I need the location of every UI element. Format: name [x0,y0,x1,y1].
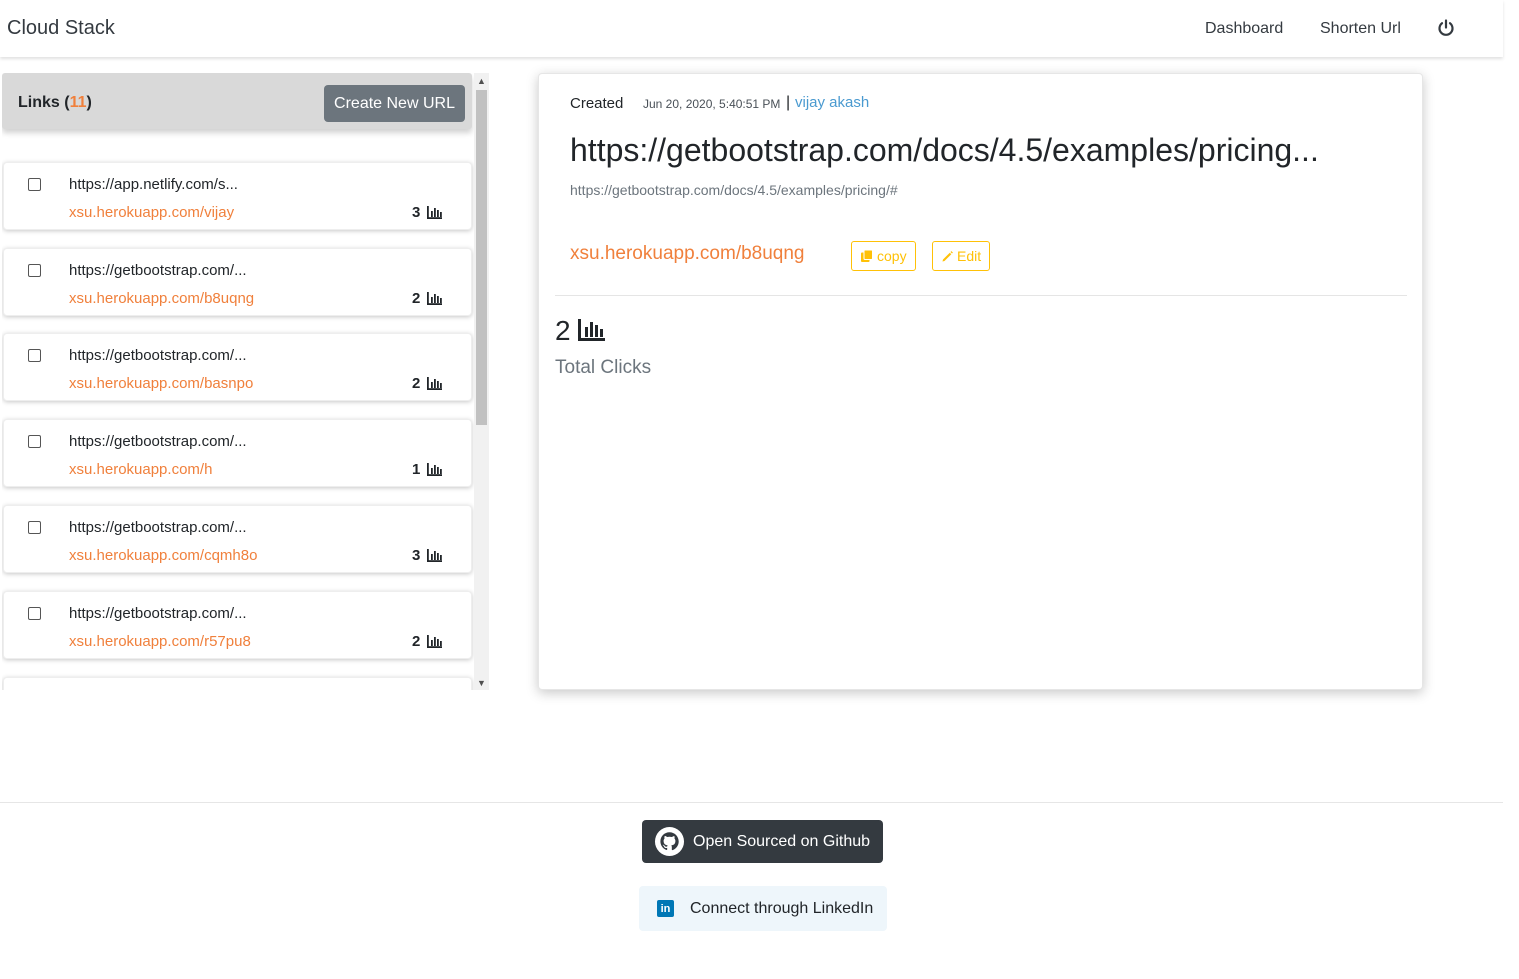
nav-shorten-url[interactable]: Shorten Url [1320,20,1401,38]
links-title: Links (11) [18,94,92,112]
link-card[interactable]: https://app.netlify.com/s... xsu.herokua… [3,162,472,230]
detail-divider [555,295,1407,296]
link-card[interactable]: https://getbootstrap.com/... xsu.herokua… [3,419,472,487]
create-new-url-button[interactable]: Create New URL [324,85,465,122]
scroll-up-icon[interactable]: ▲ [474,73,489,88]
links-sidebar: Links (11) Create New URL https://app.ne… [2,73,489,690]
scroll-thumb[interactable] [476,90,487,425]
link-long-url: https://getbootstrap.com/... [69,262,247,279]
bar-chart-icon [427,292,442,305]
detail-short-url[interactable]: xsu.herokuapp.com/b8uqng [570,243,805,265]
linkedin-button[interactable]: in Connect through LinkedIn [639,886,887,931]
link-click-count: 2 [412,290,421,307]
linkedin-label: Connect through LinkedIn [690,899,874,917]
pencil-icon [942,250,953,261]
link-checkbox[interactable] [28,349,41,362]
links-count-close: ) [86,94,92,111]
bar-chart-icon [427,463,442,476]
link-long-url: https://getbootstrap.com/... [69,519,247,536]
links-count: 11 [69,94,87,111]
bar-chart-icon [427,206,442,219]
link-short-url[interactable]: xsu.herokuapp.com/basnpo [69,375,253,392]
link-click-count: 3 [412,547,421,564]
link-card[interactable]: https://getbootstrap.com/... xsu.herokua… [3,333,472,401]
link-click-count: 3 [412,204,421,221]
link-click-count: 2 [412,375,421,392]
link-card-partial[interactable] [3,677,472,690]
link-long-url: https://getbootstrap.com/... [69,347,247,364]
link-long-url: https://app.netlify.com/s... [69,176,238,193]
total-clicks-value: 2 [555,315,571,346]
power-icon[interactable] [1436,18,1456,38]
footer-divider [0,802,1503,803]
link-click-count: 1 [412,461,421,478]
bar-chart-icon [427,635,442,648]
created-user-link[interactable]: vijay akash [795,94,869,111]
copy-button[interactable]: copy [851,241,916,271]
link-checkbox[interactable] [28,178,41,191]
link-long-url: https://getbootstrap.com/... [69,433,247,450]
links-title-label: Links [18,94,60,111]
link-card[interactable]: https://getbootstrap.com/... xsu.herokua… [3,505,472,573]
navbar: Cloud Stack Dashboard Shorten Url [0,0,1503,57]
sidebar-scrollbar[interactable]: ▲ ▼ [474,73,489,690]
github-button[interactable]: Open Sourced on Github [642,820,883,863]
edit-button[interactable]: Edit [932,241,991,271]
copy-label: copy [877,248,907,264]
scroll-down-icon[interactable]: ▼ [474,675,489,690]
link-short-url[interactable]: xsu.herokuapp.com/r57pu8 [69,633,251,650]
detail-title: https://getbootstrap.com/docs/4.5/exampl… [570,132,1319,168]
nav-dashboard[interactable]: Dashboard [1205,20,1283,38]
link-long-url: https://getbootstrap.com/... [69,605,247,622]
link-checkbox[interactable] [28,435,41,448]
created-label: Created [570,95,624,112]
link-card[interactable]: https://getbootstrap.com/... xsu.herokua… [3,248,472,316]
link-checkbox[interactable] [28,521,41,534]
link-short-url[interactable]: xsu.herokuapp.com/cqmh8o [69,547,257,564]
link-short-url[interactable]: xsu.herokuapp.com/h [69,461,212,478]
bar-chart-icon [427,377,442,390]
github-label: Open Sourced on Github [693,832,871,850]
created-date: Jun 20, 2020, 5:40:51 PM [643,97,781,111]
created-separator: | [786,94,791,111]
bar-chart-icon [578,319,605,341]
links-header: Links (11) Create New URL [2,73,472,129]
link-short-url[interactable]: xsu.herokuapp.com/b8uqng [69,290,254,307]
link-click-count: 2 [412,633,421,650]
link-short-url[interactable]: xsu.herokuapp.com/vijay [69,204,234,221]
copy-icon [861,249,873,262]
total-clicks-label: Total Clicks [555,357,652,378]
edit-label: Edit [957,248,982,264]
link-detail-panel: Created Jun 20, 2020, 5:40:51 PM | vijay… [538,73,1423,690]
link-card[interactable]: https://getbootstrap.com/... xsu.herokua… [3,591,472,659]
link-checkbox[interactable] [28,264,41,277]
link-checkbox[interactable] [28,607,41,620]
detail-full-url[interactable]: https://getbootstrap.com/docs/4.5/exampl… [570,182,898,198]
github-icon [654,826,685,857]
bar-chart-icon [427,549,442,562]
brand-title[interactable]: Cloud Stack [7,17,115,40]
linkedin-icon: in [657,900,674,917]
